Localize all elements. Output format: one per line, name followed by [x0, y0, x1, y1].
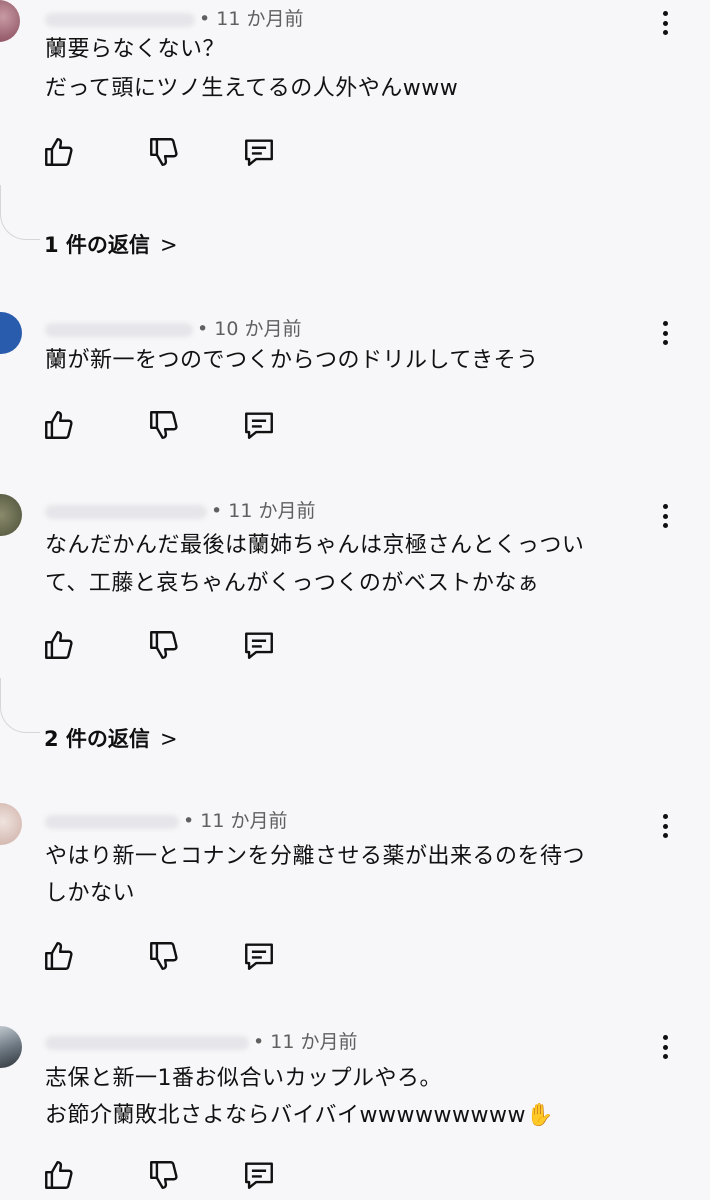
avatar[interactable]	[0, 494, 22, 536]
avatar[interactable]	[0, 0, 20, 42]
more-vertical-icon[interactable]	[655, 318, 675, 348]
thumbs-up-icon[interactable]	[42, 628, 76, 662]
author-name[interactable]	[45, 1035, 249, 1050]
thumbs-up-icon[interactable]	[42, 135, 76, 169]
thumbs-down-icon[interactable]	[147, 628, 181, 662]
comment-text-line: 蘭要らなくない？	[45, 37, 226, 62]
author-name[interactable]	[45, 504, 207, 519]
more-vertical-icon[interactable]	[655, 501, 675, 531]
more-vertical-icon[interactable]	[655, 8, 675, 38]
author-name[interactable]	[45, 322, 193, 337]
reply-comment-icon[interactable]	[242, 408, 276, 442]
thumbs-down-icon[interactable]	[147, 135, 181, 169]
comment-time: • 11 か月前	[211, 500, 316, 522]
comment-text-line: だって頭にツノ生えてるの人外やんwww	[45, 76, 459, 101]
chevron-right-icon: >	[159, 233, 178, 257]
comment-time: • 11 か月前	[253, 1031, 358, 1053]
comment-meta: • 11 か月前	[45, 1027, 357, 1054]
comment-text-line: お節介蘭敗北さよならバイバイwwwwwwwww✋	[45, 1103, 554, 1128]
comment-time: • 11 か月前	[183, 810, 288, 832]
thumbs-down-icon[interactable]	[147, 408, 181, 442]
reply-comment-icon[interactable]	[242, 939, 276, 973]
comment-text-line: やはり新一とコナンを分離させる薬が出来るのを待つ	[45, 844, 586, 869]
comment-text-line: 蘭が新一をつのでつくからつのドリルしてきそう	[45, 348, 539, 373]
avatar[interactable]	[0, 1026, 22, 1068]
author-name[interactable]	[45, 12, 195, 27]
replies-label: 1 件の返信	[44, 233, 150, 257]
more-vertical-icon[interactable]	[655, 811, 675, 841]
thumbs-up-icon[interactable]	[42, 939, 76, 973]
comment-meta: • 11 か月前	[45, 496, 315, 523]
replies-label: 2 件の返信	[44, 727, 150, 751]
view-replies-button[interactable]: 2 件の返信 >	[44, 723, 178, 753]
comment-time: • 10 か月前	[197, 318, 302, 340]
thumbs-down-icon[interactable]	[147, 1158, 181, 1192]
comment-time: • 11 か月前	[199, 8, 304, 30]
thread-connector	[0, 678, 40, 733]
comment-text-line: なんだかんだ最後は蘭姉ちゃんは京極さんとくっつい	[45, 533, 585, 558]
view-replies-button[interactable]: 1 件の返信 >	[44, 229, 178, 259]
comment-text-line: 志保と新一1番お似合いカップルやろ。	[45, 1066, 442, 1091]
comment-text-line: しかない	[45, 881, 136, 906]
comment-meta: • 10 か月前	[45, 314, 301, 341]
chevron-right-icon: >	[159, 727, 178, 751]
thumbs-up-icon[interactable]	[42, 408, 76, 442]
thumbs-down-icon[interactable]	[147, 939, 181, 973]
more-vertical-icon[interactable]	[655, 1032, 675, 1062]
comment-text-line: て、工藤と哀ちゃんがくっつくのがベストかなぁ	[45, 571, 540, 596]
author-name[interactable]	[45, 814, 179, 829]
avatar[interactable]	[0, 312, 22, 354]
reply-comment-icon[interactable]	[242, 628, 276, 662]
comment-meta: • 11 か月前	[45, 4, 303, 31]
avatar[interactable]	[0, 803, 22, 845]
reply-comment-icon[interactable]	[242, 1158, 276, 1192]
thread-connector	[0, 185, 40, 240]
thumbs-up-icon[interactable]	[42, 1158, 76, 1192]
comment-meta: • 11 か月前	[45, 806, 287, 833]
reply-comment-icon[interactable]	[242, 135, 276, 169]
